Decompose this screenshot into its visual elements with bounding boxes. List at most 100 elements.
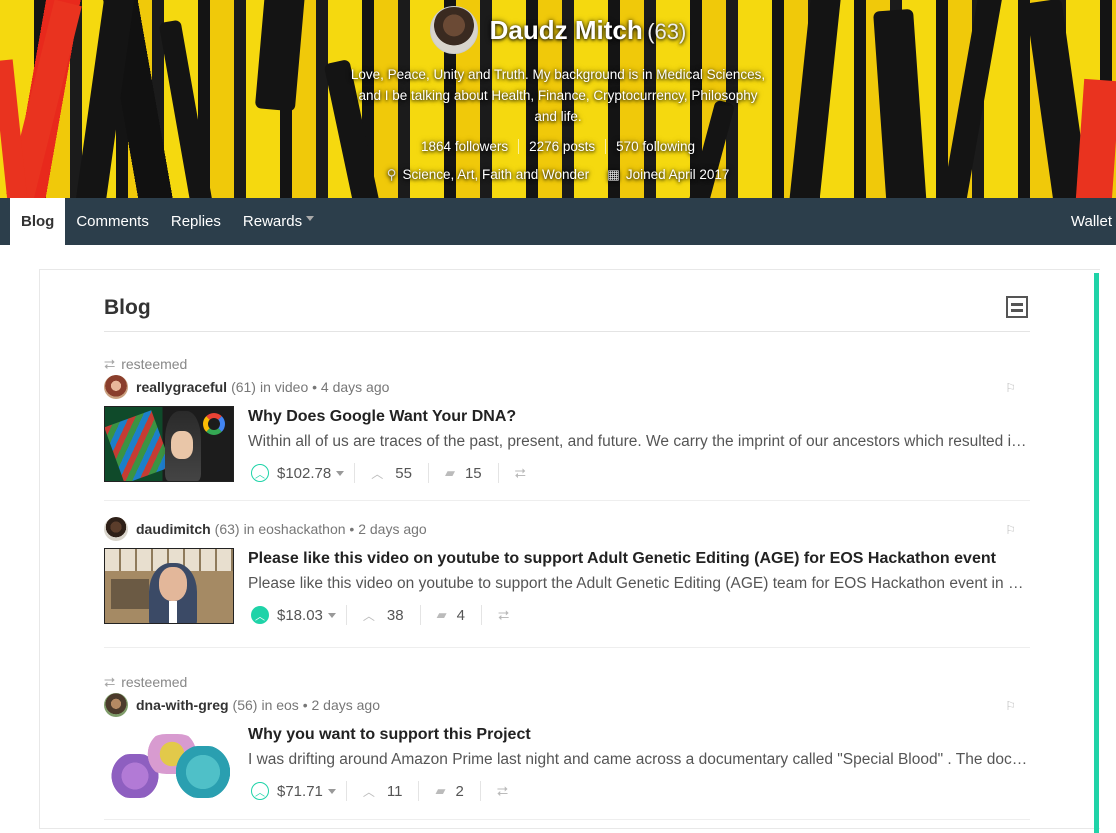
comments-value: 15 (464, 464, 482, 482)
comments-count[interactable]: ▰ 2 (419, 781, 481, 801)
reputation: (63) (647, 18, 687, 44)
votes-count[interactable]: ︿ 38 (347, 605, 421, 625)
avatar[interactable] (104, 693, 128, 717)
reblog-icon[interactable]: ⮂ (482, 607, 509, 624)
post-meta: in eoshackathon • 2 days ago (243, 521, 427, 537)
chevron-down-icon (336, 470, 345, 476)
post-actions: ︿ $71.71 ︿ 11 ▰ 2 ⮂ (248, 779, 1030, 803)
author-link[interactable]: daudimitch (136, 521, 211, 537)
post-meta: in video • 4 days ago (259, 379, 390, 395)
layout-toggle-icon[interactable] (1006, 296, 1028, 318)
scroll-accent-bar (1094, 273, 1099, 833)
blog-panel: Blog ⮂ resteemed reallygraceful (61) in v… (39, 269, 1100, 829)
chevron-up-icon: ︿ (362, 784, 375, 799)
payout-value: $102.78 (277, 464, 332, 482)
reblog-icon[interactable]: ⮂ (499, 465, 526, 482)
payout-value: $18.03 (277, 606, 323, 624)
post-excerpt[interactable]: Please like this video on youtube to sup… (248, 573, 1030, 595)
resteem-icon: ⮂ (104, 673, 116, 690)
tab-blog[interactable]: Blog (10, 198, 66, 245)
following-link[interactable]: 570 following (605, 139, 705, 154)
wallet-link[interactable]: Wallet (1071, 198, 1112, 245)
tab-rewards-label: Rewards (242, 213, 303, 230)
profile-nav: Blog Comments Replies Rewards Wallet (0, 198, 1116, 245)
payout[interactable]: $102.78 (277, 463, 356, 483)
author-link[interactable]: reallygraceful (136, 379, 227, 395)
resteem-label: resteemed (121, 356, 188, 372)
chevron-down-icon (327, 788, 336, 794)
location-pin-icon: ⚲ (386, 167, 397, 182)
tab-rewards[interactable]: Rewards (232, 198, 325, 245)
comments-count[interactable]: ▰ 4 (421, 605, 482, 625)
profile-avatar (429, 6, 478, 54)
votes-value: 38 (386, 606, 404, 624)
avatar[interactable] (104, 375, 128, 399)
profile-header: Daudz Mitch (63) Love, Peace, Unity and … (0, 0, 1116, 198)
votes-count[interactable]: ︿ 11 (347, 781, 420, 801)
chevron-down-icon (306, 216, 315, 221)
post-excerpt[interactable]: Within all of us are traces of the past,… (248, 431, 1030, 453)
comments-value: 4 (456, 606, 465, 624)
profile-about: Love, Peace, Unity and Truth. My backgro… (350, 67, 766, 124)
author-link[interactable]: dna-with-greg (136, 697, 229, 713)
joined: ▦ Joined April 2017 (607, 167, 729, 183)
upvote-icon[interactable]: ︿ (251, 606, 269, 624)
flag-icon[interactable]: ⚐ (1005, 699, 1016, 713)
location-text: Science, Art, Faith and Wonder (402, 167, 590, 182)
post-excerpt[interactable]: I was drifting around Amazon Prime last … (248, 749, 1030, 771)
post-thumbnail[interactable] (104, 548, 234, 624)
blog-header: Blog (104, 296, 1030, 332)
avatar[interactable] (104, 517, 128, 541)
flag-icon[interactable]: ⚐ (1005, 523, 1016, 537)
comment-icon: ▰ (444, 465, 455, 480)
upvote-icon[interactable]: ︿ (251, 782, 269, 800)
post-title[interactable]: Why Does Google Want Your DNA? (248, 406, 1030, 428)
post-thumbnail[interactable] (104, 724, 234, 800)
payout-value: $71.71 (277, 782, 323, 800)
comments-value: 2 (455, 782, 464, 800)
post-actions: ︿ $18.03 ︿ 38 ▰ 4 ⮂ (248, 603, 1030, 627)
flag-icon[interactable]: ⚐ (1005, 381, 1016, 395)
comments-count[interactable]: ▰ 15 (429, 463, 499, 483)
post-item: daudimitch (63) in eoshackathon • 2 days… (104, 516, 1030, 648)
votes-value: 55 (395, 464, 412, 482)
resteem-indicator: ⮂ resteemed (104, 354, 1030, 374)
calendar-icon: ▦ (607, 167, 620, 182)
post-thumbnail[interactable] (104, 406, 234, 482)
resteem-icon: ⮂ (104, 355, 116, 372)
tab-replies[interactable]: Replies (160, 198, 232, 245)
username: Daudz Mitch (489, 14, 643, 45)
author-rep: (61) (231, 379, 256, 395)
profile-name: Daudz Mitch (63) (490, 15, 687, 46)
resteem-indicator: ⮂ resteemed (104, 672, 1030, 692)
post-item: ⮂ resteemed dna-with-greg (56) in eos • 2… (104, 672, 1030, 820)
location: ⚲ Science, Art, Faith and Wonder (387, 167, 590, 183)
resteem-label: resteemed (121, 674, 188, 690)
profile-stats: 1864 followers 2276 posts 570 following (0, 139, 1116, 154)
payout[interactable]: $18.03 (277, 605, 347, 625)
tab-comments[interactable]: Comments (65, 198, 160, 245)
comment-icon: ▰ (436, 607, 447, 622)
comment-icon: ▰ (435, 783, 446, 798)
followers-link[interactable]: 1864 followers (411, 139, 518, 154)
post-author-row: dna-with-greg (56) in eos • 2 days ago ⚐ (104, 692, 1030, 718)
post-meta: in eos • 2 days ago (261, 697, 380, 713)
votes-count[interactable]: ︿ 55 (355, 463, 429, 483)
author-rep: (63) (214, 521, 240, 537)
reblog-icon[interactable]: ⮂ (481, 783, 508, 800)
post-actions: ︿ $102.78 ︿ 55 ▰ 15 ⮂ (248, 461, 1030, 485)
posts-count: 2276 posts (518, 139, 605, 154)
blog-title: Blog (104, 296, 151, 319)
post-title[interactable]: Why you want to support this Project (248, 724, 1030, 746)
profile-meta: ⚲ Science, Art, Faith and Wonder ▦ Joined … (0, 167, 1116, 183)
post-author-row: reallygraceful (61) in video • 4 days ag… (104, 374, 1030, 400)
votes-value: 11 (386, 782, 403, 800)
chevron-up-icon: ︿ (362, 608, 375, 623)
post-item: ⮂ resteemed reallygraceful (61) in video … (104, 354, 1030, 501)
upvote-icon[interactable]: ︿ (251, 464, 269, 482)
chevron-down-icon (327, 612, 336, 618)
post-title[interactable]: Please like this video on youtube to sup… (248, 548, 1030, 570)
payout[interactable]: $71.71 (277, 781, 347, 801)
post-author-row: daudimitch (63) in eoshackathon • 2 days… (104, 516, 1030, 542)
joined-text: Joined April 2017 (625, 167, 730, 182)
